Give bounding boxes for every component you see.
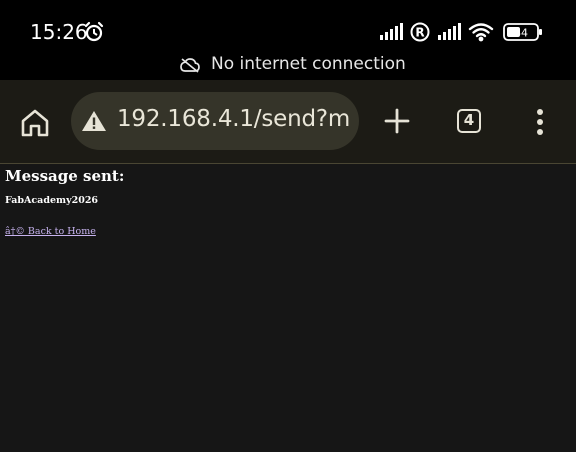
signal-icon — [438, 23, 461, 40]
network-status-text: No internet connection — [211, 54, 406, 74]
signal-icon — [380, 23, 403, 40]
home-icon[interactable] — [18, 106, 52, 140]
page-heading: Message sent: — [5, 167, 125, 185]
warning-icon[interactable] — [81, 110, 107, 132]
network-banner: No internet connection — [0, 50, 576, 80]
plus-icon[interactable] — [383, 107, 411, 135]
battery-icon: 44 — [503, 23, 542, 41]
status-bar: 15:26 R 44 — [0, 0, 576, 50]
status-icons: R 44 — [380, 22, 542, 42]
registered-icon: R — [410, 22, 430, 42]
sent-message: FabAcademy2026 — [5, 195, 99, 206]
svg-text:R: R — [415, 26, 424, 40]
url-bar[interactable]: 192.168.4.1/send?msg=FabAcademy2026 — [71, 92, 359, 150]
clock: 15:26 — [30, 20, 88, 44]
cloud-off-icon — [180, 58, 200, 73]
browser-toolbar: 192.168.4.1/send?msg=FabAcademy2026 4 — [0, 80, 576, 164]
svg-text:44: 44 — [514, 27, 528, 40]
wifi-icon — [468, 23, 494, 42]
url-text[interactable]: 192.168.4.1/send?msg=FabAcademy2026 — [117, 106, 349, 132]
web-page-content: Message sent: FabAcademy2026 â†© Back to… — [0, 164, 576, 452]
tabs-icon[interactable]: 4 — [457, 109, 481, 133]
alarm-icon — [84, 21, 104, 42]
more-vert-icon[interactable] — [530, 108, 550, 136]
back-to-home-link[interactable]: â†© Back to Home — [5, 226, 96, 237]
